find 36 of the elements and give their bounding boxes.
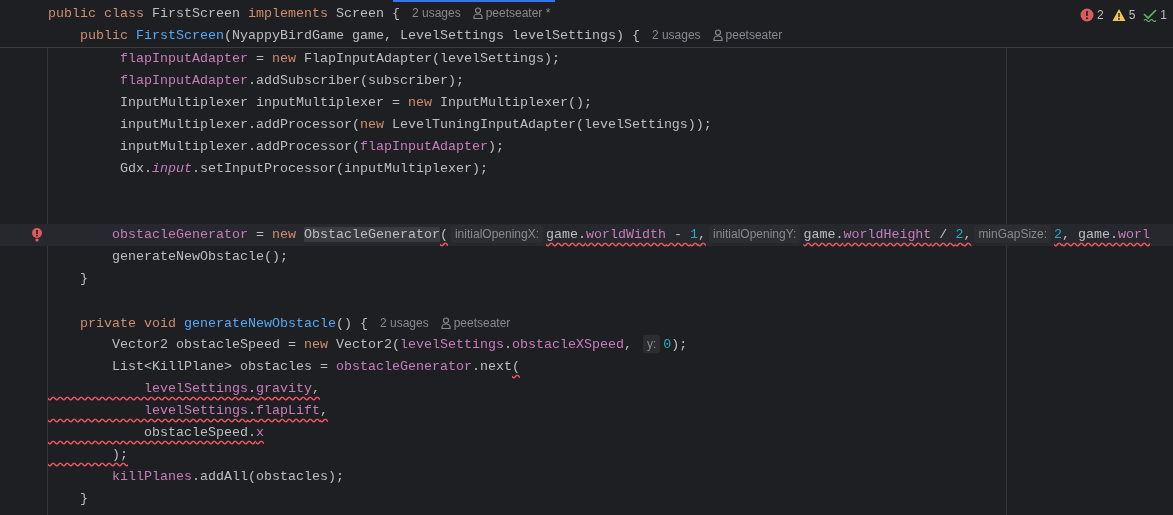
code-line: } — [79, 270, 88, 288]
code-line: Vector2 obstacleSpeed = new Vector2(levelSettings.obstacleXSpeed, y: 0); — [111, 334, 688, 356]
parameter-hint: minGapSize: — [974, 225, 1052, 244]
usages-link[interactable]: 2 usages — [651, 27, 701, 42]
parameter-hint: initialOpeningY: — [709, 225, 801, 244]
problem-count[interactable]: 1 — [1160, 6, 1167, 24]
code-line: public FirstScreen(NyappyBirdGame game, LevelSettings levelSettings) { 2 usages peetseater — [79, 26, 783, 45]
code-line: inputMultiplexer.addProcessor(new LevelTuningInputAdapter(levelSettings)); — [118, 116, 712, 134]
parameter-hint: initialOpeningX: — [450, 225, 543, 244]
problem-count[interactable]: 5 — [1128, 6, 1136, 24]
code-line: inputMultiplexer.addProcessor(flapInputAdapter); — [118, 138, 504, 156]
problem-count[interactable]: 2 — [1096, 6, 1104, 24]
code-line: List<KillPlane> obstacles = obstacleGenerator.next( — [111, 358, 520, 376]
code-line: flapInputAdapter = new FlapInputAdapter(levelSettings); — [118, 50, 560, 68]
author-label[interactable]: peetseater — [725, 27, 783, 42]
code-line: ); — [111, 446, 128, 464]
author-label[interactable]: peetseater — [453, 315, 511, 330]
code-line: levelSettings.flapLift, — [142, 402, 328, 420]
person-icon — [472, 6, 483, 19]
code-line: obstacleSpeed.x — [142, 424, 264, 442]
code-line: killPlanes.addAll(obstacles); — [111, 468, 344, 486]
usages-link[interactable]: 2 usages — [379, 315, 429, 330]
code-line: levelSettings.gravity, — [142, 380, 320, 398]
author-label[interactable]: peetseater * — [485, 5, 551, 20]
code-line: private void generateNewObstacle() { 2 usages peetseater — [79, 314, 511, 333]
code-line: } — [79, 490, 88, 508]
code-line: generateNewObstacle(); — [111, 248, 288, 266]
person-icon — [712, 28, 723, 41]
code-line: flapInputAdapter.addSubscriber(subscriber); — [118, 72, 464, 90]
person-icon — [440, 316, 451, 329]
code-line: InputMultiplexer inputMultiplexer = new InputMultiplexer(); — [118, 94, 592, 112]
usages-link[interactable]: 2 usages — [411, 5, 461, 20]
parameter-hint: y: — [642, 335, 661, 354]
code-line: obstacleGenerator = new ObstacleGenerator( initialOpeningX: game.worldWidth - 1, initialOpeningY: game.worldHeight / 2, minGapSize: 2, game.worl — [111, 224, 1151, 246]
code-line: Gdx.input.setInputProcessor(inputMultiplexer); — [118, 160, 488, 178]
code-line: public class FirstScreen implements Screen { 2 usages peetseater * — [47, 4, 551, 23]
